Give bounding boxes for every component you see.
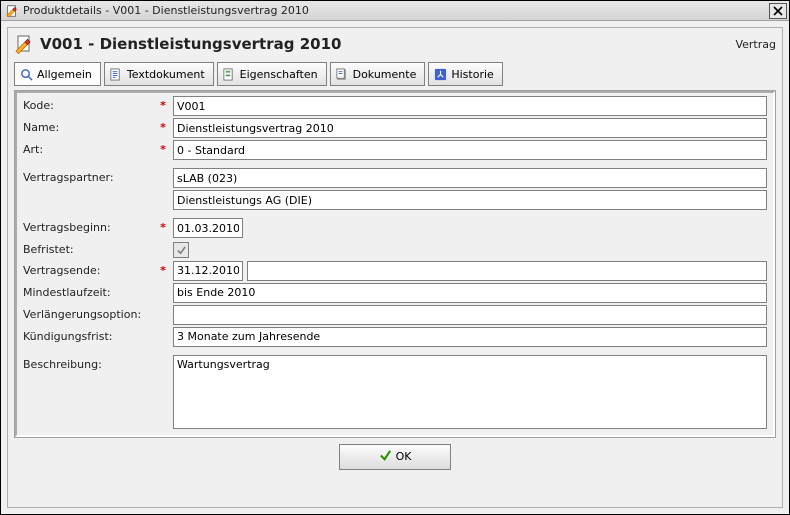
tab-label: Textdokument xyxy=(127,68,205,81)
label-vertragsbeginn: Vertragsbeginn: xyxy=(21,217,155,239)
vertragsende-extra-input[interactable] xyxy=(247,261,767,281)
name-input[interactable] xyxy=(173,118,767,138)
tab-textdokument[interactable]: Textdokument xyxy=(104,62,214,86)
context-label: Vertrag xyxy=(735,38,776,51)
form-frame: Kode: * Name: * Art: * xyxy=(14,90,776,438)
label-beschreibung: Beschreibung: xyxy=(21,354,155,433)
ok-label: OK xyxy=(396,450,412,463)
tabbar: Allgemein Textdokument Eigenschaften xyxy=(14,62,776,86)
tab-label: Allgemein xyxy=(37,68,92,81)
verlaengerungsoption-input[interactable] xyxy=(173,305,767,325)
vertragsbeginn-input[interactable] xyxy=(173,218,243,238)
required-marker: * xyxy=(155,117,171,139)
required-marker: * xyxy=(155,260,171,282)
tab-eigenschaften[interactable]: Eigenschaften xyxy=(217,62,327,86)
befristet-checkbox[interactable] xyxy=(173,242,189,258)
edit-document-icon xyxy=(5,4,19,18)
window: Produktdetails - V001 - Dienstleistungsv… xyxy=(0,0,790,515)
tab-label: Eigenschaften xyxy=(240,68,318,81)
text-document-icon xyxy=(109,67,123,81)
label-befristet: Befristet: xyxy=(21,239,155,260)
vertragspartner2-input[interactable] xyxy=(173,190,767,210)
label-vertragsende: Vertragsende: xyxy=(21,260,155,282)
page-title: V001 - Dienstleistungsvertrag 2010 xyxy=(40,35,735,53)
tab-allgemein[interactable]: Allgemein xyxy=(14,62,101,86)
edit-document-icon xyxy=(14,34,34,54)
kuendigungsfrist-input[interactable] xyxy=(173,327,767,347)
check-icon xyxy=(379,449,392,465)
tab-dokumente[interactable]: Dokumente xyxy=(330,62,426,86)
heading: V001 - Dienstleistungsvertrag 2010 Vertr… xyxy=(14,34,776,54)
vertragsende-input[interactable] xyxy=(173,261,243,281)
kode-input[interactable] xyxy=(173,96,767,116)
content-area: V001 - Dienstleistungsvertrag 2010 Vertr… xyxy=(1,21,789,514)
label-vertragspartner: Vertragspartner: xyxy=(21,167,155,189)
required-marker: * xyxy=(155,217,171,239)
tab-label: Historie xyxy=(451,68,493,81)
label-kode: Kode: xyxy=(21,95,155,117)
required-marker: * xyxy=(155,95,171,117)
titlebar: Produktdetails - V001 - Dienstleistungsv… xyxy=(1,1,789,21)
art-input[interactable] xyxy=(173,140,767,160)
label-name: Name: xyxy=(21,117,155,139)
close-button[interactable] xyxy=(769,3,787,19)
vertragspartner1-input[interactable] xyxy=(173,168,767,188)
main-panel: V001 - Dienstleistungsvertrag 2010 Vertr… xyxy=(7,27,783,508)
ok-button[interactable]: OK xyxy=(339,444,451,470)
label-art: Art: xyxy=(21,139,155,161)
mindestlaufzeit-input[interactable] xyxy=(173,283,767,303)
close-icon xyxy=(773,6,783,16)
label-verlaengerungsoption: Verlängerungsoption: xyxy=(21,304,155,326)
beschreibung-input[interactable] xyxy=(173,355,767,429)
label-mindestlaufzeit: Mindestlaufzeit: xyxy=(21,282,155,304)
button-bar: OK xyxy=(12,438,778,474)
check-icon xyxy=(176,245,187,256)
magnifier-icon xyxy=(19,67,33,81)
window-title: Produktdetails - V001 - Dienstleistungsv… xyxy=(23,4,769,17)
required-marker: * xyxy=(155,139,171,161)
tab-historie[interactable]: Historie xyxy=(428,62,502,86)
tab-label: Dokumente xyxy=(353,68,417,81)
history-icon xyxy=(433,67,447,81)
documents-icon xyxy=(335,67,349,81)
properties-icon xyxy=(222,67,236,81)
label-kuendigungsfrist: Kündigungsfrist: xyxy=(21,326,155,348)
form: Kode: * Name: * Art: * xyxy=(15,91,775,437)
